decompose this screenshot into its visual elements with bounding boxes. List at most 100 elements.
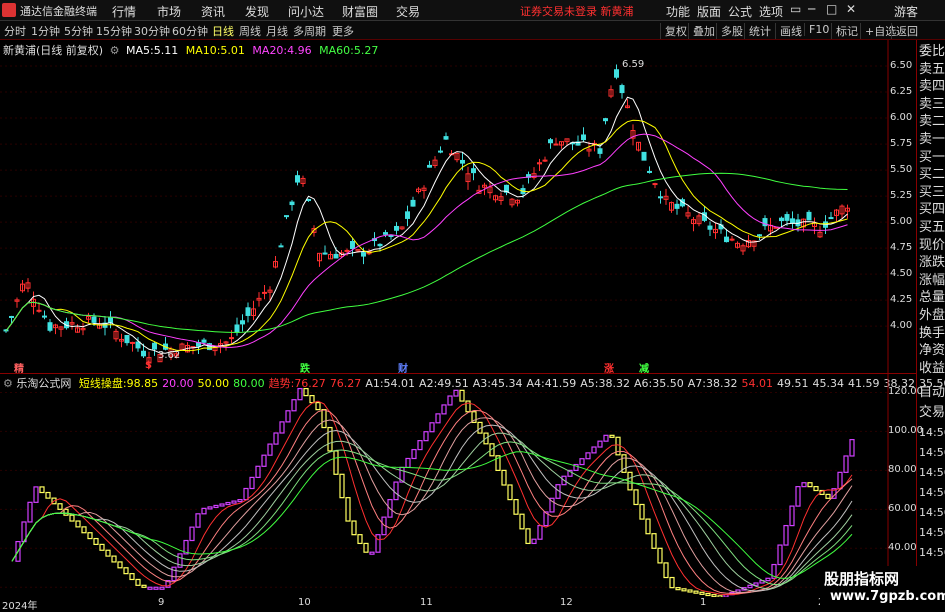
side-sub-item[interactable]: 交易: [919, 405, 945, 420]
price-tick: 6.50: [890, 60, 913, 72]
side-item[interactable]: 买三: [919, 185, 945, 200]
side-sub-item[interactable]: 自动: [919, 385, 945, 400]
price-tick: 5.00: [890, 216, 913, 228]
tab-5min[interactable]: 5分钟: [64, 23, 93, 39]
multi-stock-button[interactable]: 多股: [716, 23, 743, 39]
date-axis: 2024年 9 10 11 12 1 2: [0, 597, 916, 612]
side-sub-item[interactable]: 14:56: [919, 505, 945, 520]
adjust-button[interactable]: 复权: [660, 23, 687, 39]
price-tick: 6.25: [890, 86, 913, 98]
overlay-button[interactable]: 叠加: [688, 23, 715, 39]
kline-panel[interactable]: 新黄浦(日线 前复权) ⚙ MA5:5.11 MA10:5.01 MA20:4.…: [0, 40, 916, 375]
tab-more[interactable]: 更多: [332, 23, 354, 39]
menu-assistant[interactable]: 问小达: [288, 3, 324, 20]
side-item[interactable]: 卖五: [919, 62, 945, 77]
date-label: 12: [560, 597, 573, 608]
indicator-chart: [0, 373, 889, 597]
side-sub-item[interactable]: 14:56: [919, 465, 945, 480]
side-sub-item[interactable]: 14:56: [919, 485, 945, 500]
app-logo-icon: [2, 3, 16, 17]
minimize-icon[interactable]: ▭: [790, 2, 801, 16]
side-sub-item[interactable]: 14:56: [919, 525, 945, 540]
restore-icon[interactable]: ─: [808, 2, 815, 16]
tab-weekly[interactable]: 周线: [239, 23, 261, 39]
indicator-tick: 40.00: [888, 542, 917, 554]
login-warning: 证券交易未登录 新黄浦: [520, 5, 634, 18]
side-item[interactable]: 收益: [919, 361, 945, 376]
side-item[interactable]: 卖四: [919, 79, 945, 94]
tab-1min[interactable]: 1分钟: [31, 23, 60, 39]
date-label: 2024年: [2, 601, 38, 612]
high-price-label: 6.59: [622, 59, 645, 70]
side-item[interactable]: 买五: [919, 220, 945, 235]
guest-label[interactable]: 游客: [894, 3, 918, 20]
indicator-tick: 60.00: [888, 503, 917, 515]
side-sub-item[interactable]: 14:56: [919, 425, 945, 440]
side-item[interactable]: 换手: [919, 326, 945, 341]
side-item[interactable]: 总量: [919, 290, 945, 305]
side-item[interactable]: 净资: [919, 343, 945, 358]
price-tick: 5.50: [890, 164, 913, 176]
side-item[interactable]: 委比: [919, 44, 945, 59]
watermark-url: www.7gpzb.com: [830, 589, 945, 604]
menu-market[interactable]: 市场: [157, 3, 181, 20]
tab-30min[interactable]: 30分钟: [134, 23, 170, 39]
date-label: 10: [298, 597, 311, 608]
side-item[interactable]: 涨跌: [919, 255, 945, 270]
side-item[interactable]: 卖三: [919, 97, 945, 112]
side-item[interactable]: 买四: [919, 202, 945, 217]
side-item[interactable]: 买一: [919, 150, 945, 165]
event-marker[interactable]: $: [145, 360, 152, 371]
maximize-icon[interactable]: □: [826, 2, 837, 16]
menu-trade[interactable]: 交易: [396, 3, 420, 20]
f10-button[interactable]: F10: [804, 23, 829, 36]
low-price-label: 3.62: [158, 350, 181, 361]
tab-15min[interactable]: 15分钟: [96, 23, 132, 39]
app-title: 通达信金融终端: [20, 5, 97, 18]
price-tick: 4.75: [890, 242, 913, 254]
menu-wealth[interactable]: 财富圈: [342, 3, 378, 20]
price-tick: 5.25: [890, 190, 913, 202]
price-tick: 6.00: [890, 112, 913, 124]
price-tick: 4.00: [890, 320, 913, 332]
menu-options[interactable]: 选项: [759, 3, 783, 20]
kline-chart: [0, 40, 889, 373]
stats-button[interactable]: 统计: [744, 23, 771, 39]
side-sub-item[interactable]: 14:56: [919, 545, 945, 560]
side-item[interactable]: 外盘: [919, 308, 945, 323]
draw-button[interactable]: 画线: [775, 23, 802, 39]
tab-60min[interactable]: 60分钟: [172, 23, 208, 39]
tab-multi-period[interactable]: 多周期: [293, 23, 326, 39]
price-tick: 4.50: [890, 268, 913, 280]
date-label: 1: [700, 597, 707, 608]
menu-layout[interactable]: 版面: [697, 3, 721, 20]
watermark: 股朋指标网 www.7gpzb.com: [820, 566, 945, 609]
menu-quotes[interactable]: 行情: [112, 3, 136, 20]
menu-news[interactable]: 资讯: [201, 3, 225, 20]
menu-function[interactable]: 功能: [666, 3, 690, 20]
side-item[interactable]: 买二: [919, 167, 945, 182]
price-tick: 5.75: [890, 138, 913, 150]
tab-timeshare[interactable]: 分时: [4, 23, 26, 39]
tab-daily[interactable]: 日线: [212, 23, 234, 39]
menu-discover[interactable]: 发现: [245, 3, 269, 20]
menu-bar: 通达信金融终端 行情 市场 资讯 发现 问小达 财富圈 交易 证券交易未登录 新…: [0, 0, 945, 21]
menu-formula[interactable]: 公式: [728, 3, 752, 20]
date-label: 9: [158, 597, 165, 608]
watermark-title: 股朋指标网: [824, 570, 900, 588]
indicator-panel[interactable]: ⚙ 乐淘公式网 短线操盘:98.85 20.00 50.00 80.00 趋势:76.2…: [0, 373, 945, 597]
mark-button[interactable]: 标记: [831, 23, 858, 39]
side-item[interactable]: 涨幅: [919, 273, 945, 288]
side-item[interactable]: 卖二: [919, 114, 945, 129]
side-item[interactable]: 卖一: [919, 132, 945, 147]
tab-monthly[interactable]: 月线: [266, 23, 288, 39]
close-icon[interactable]: ✕: [846, 2, 856, 16]
side-item[interactable]: 现价: [919, 238, 945, 253]
date-label: 11: [420, 597, 433, 608]
side-sub-item[interactable]: 14:56: [919, 445, 945, 460]
indicator-tick: 80.00: [888, 464, 917, 476]
back-button[interactable]: 返回: [891, 23, 918, 39]
price-tick: 4.25: [890, 294, 913, 306]
quote-side-panel: 委比卖五卖四卖三卖二卖一买一买二买三买四买五现价涨跌涨幅总量外盘换手净资收益自动…: [916, 40, 945, 609]
period-toolbar: 分时 1分钟 5分钟 15分钟 30分钟 60分钟 日线 周线 月线 多周期 更…: [0, 21, 945, 40]
